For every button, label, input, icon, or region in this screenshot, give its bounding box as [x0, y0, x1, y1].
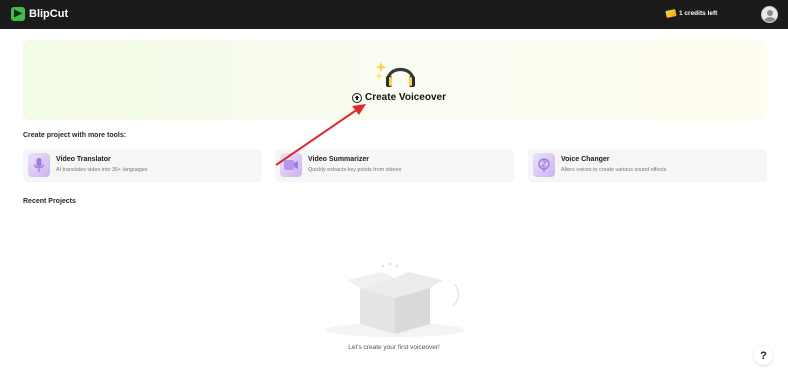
tool-description: Alters voices to create various sound ef… — [561, 167, 667, 173]
top-bar: ▶ BlipCut 1 credits left — [0, 0, 788, 29]
tool-description: AI translates video into 35+ languages — [56, 167, 148, 173]
plus-circle-icon — [352, 92, 362, 103]
app-logo-icon[interactable]: ▶ — [11, 7, 25, 21]
empty-box-icon — [325, 262, 465, 337]
tool-description: Quickly extracts key points from videos — [308, 167, 402, 173]
tool-card-video-summarizer[interactable]: Video Summarizer Quickly extracts key po… — [275, 149, 514, 182]
help-button[interactable]: ? — [754, 346, 773, 365]
tool-card-voice-changer[interactable]: Voice Changer Alters voices to create va… — [528, 149, 767, 182]
tool-card-video-translator[interactable]: Video Translator AI translates video int… — [23, 149, 262, 182]
tools-section-title: Create project with more tools: — [23, 132, 127, 139]
headphones-icon — [375, 62, 415, 87]
video-play-icon — [280, 153, 302, 177]
empty-state-text: Let's create your first voiceover! — [348, 344, 440, 351]
tool-name: Video Summarizer — [308, 156, 369, 163]
coupon-icon — [665, 9, 677, 18]
tool-name: Voice Changer — [561, 156, 610, 163]
create-voiceover-label: Create Voiceover — [365, 92, 446, 103]
app-name[interactable]: BlipCut — [29, 8, 68, 20]
user-avatar[interactable] — [761, 6, 778, 23]
credits-indicator[interactable]: 1 credits left — [665, 9, 718, 18]
microphone-icon — [28, 153, 50, 177]
create-voiceover-button[interactable]: Create Voiceover — [352, 92, 446, 103]
recent-projects-title: Recent Projects — [23, 198, 76, 205]
credits-text: 1 credits left — [679, 10, 718, 17]
tool-name: Video Translator — [56, 156, 111, 163]
voice-change-icon — [533, 153, 555, 177]
